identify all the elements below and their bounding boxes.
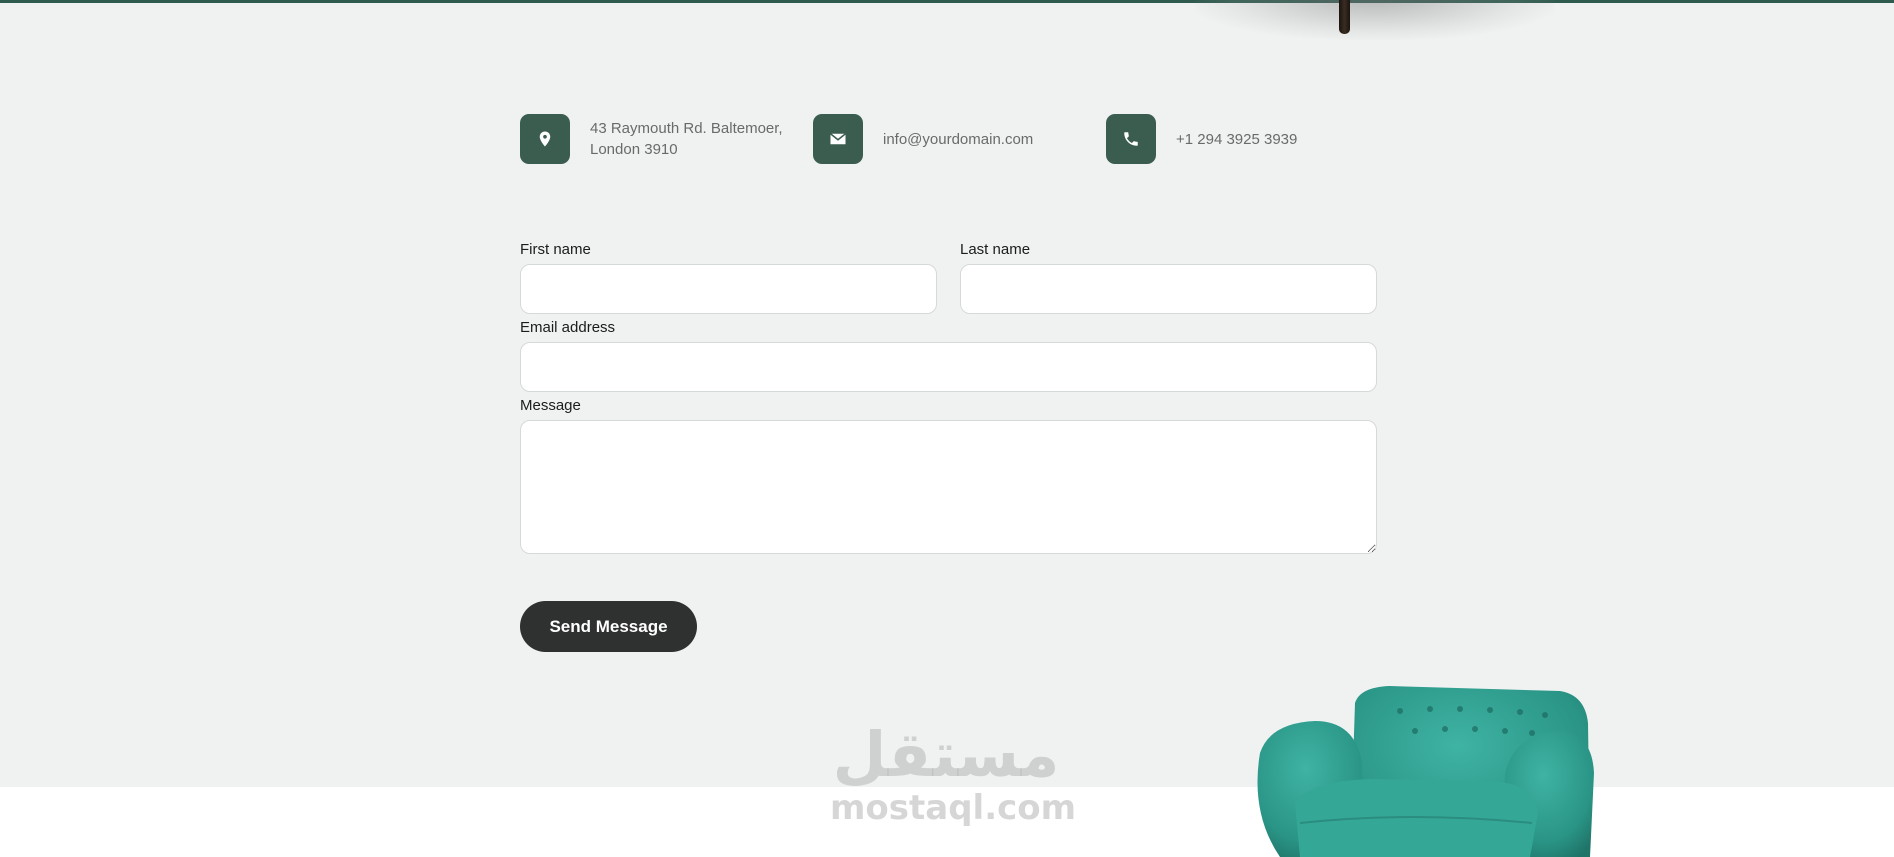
contact-email: info@yourdomain.com [813,114,1033,164]
contact-phone: +1 294 3925 3939 [1106,114,1297,164]
contact-address: 43 Raymouth Rd. Baltemoer, London 3910 [520,114,783,164]
watermark-latin: mostaql.com [830,788,1077,828]
email-input[interactable] [520,342,1377,392]
watermark-arabic: مستقل [832,718,1060,791]
lamp-shadow-decoration [1195,0,1555,40]
message-label: Message [520,397,581,414]
first-name-label: First name [520,241,591,258]
last-name-label: Last name [960,241,1031,258]
last-name-input[interactable] [960,264,1377,314]
phone-text[interactable]: +1 294 3925 3939 [1176,129,1297,150]
top-border [0,0,1894,3]
contact-section: 43 Raymouth Rd. Baltemoer, London 3910 i… [0,0,1894,787]
first-name-input[interactable] [520,264,937,314]
map-pin-icon [520,114,570,164]
watermark: مستقل mostaql.com [830,718,1077,828]
furniture-leg-decoration [1339,0,1350,34]
envelope-icon [813,114,863,164]
armchair-image [1257,686,1594,857]
send-message-button[interactable]: Send Message [520,601,697,652]
message-textarea[interactable] [520,420,1377,554]
email-label: Email address [520,319,616,336]
address-text: 43 Raymouth Rd. Baltemoer, London 3910 [590,120,783,158]
email-text[interactable]: info@yourdomain.com [883,129,1033,150]
phone-icon [1106,114,1156,164]
